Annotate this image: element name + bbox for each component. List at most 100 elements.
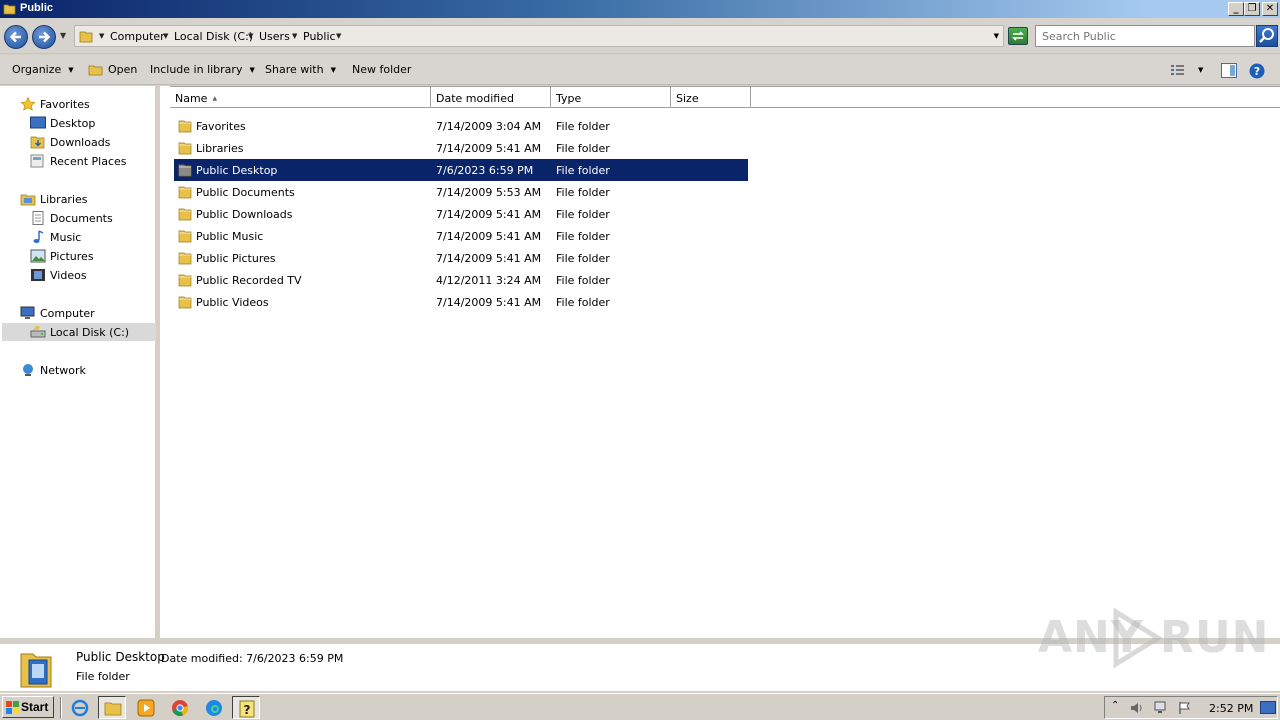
chevron-down-icon[interactable]: ▼ — [163, 32, 168, 40]
chrome-icon — [172, 700, 189, 717]
breadcrumb-users[interactable]: Users — [259, 30, 290, 43]
file-row[interactable]: Libraries 7/14/2009 5:41 AM File folder — [174, 137, 748, 159]
minimize-button[interactable]: _ — [1228, 2, 1244, 16]
file-type: File folder — [556, 208, 610, 221]
desktop-icon — [30, 116, 46, 129]
file-row[interactable]: Favorites 7/14/2009 3:04 AM File folder — [174, 115, 748, 137]
help-icon[interactable]: ? — [1249, 63, 1265, 79]
column-header-name-label: Name — [175, 92, 208, 105]
column-header-size[interactable]: Size — [671, 86, 751, 108]
include-in-library-menu[interactable]: Include in library ▼ — [150, 63, 255, 76]
taskbar-separator — [60, 697, 62, 718]
new-folder-button[interactable]: New folder — [352, 63, 411, 76]
command-bar: Organize ▼ Open Include in library ▼ Share… — [0, 55, 1280, 85]
show-hidden-icons-icon[interactable]: ⌃ — [1111, 700, 1119, 711]
file-row[interactable]: Public Videos 7/14/2009 5:41 AM File folde… — [174, 291, 748, 313]
star-icon — [20, 97, 36, 111]
open-folder-icon — [88, 65, 103, 76]
show-desktop-icon[interactable] — [1260, 701, 1276, 714]
forward-button[interactable] — [32, 25, 56, 49]
recent-pages-dropdown[interactable]: ▼ — [60, 31, 66, 40]
nav-computer-label: Computer — [40, 307, 95, 320]
file-type: File folder — [556, 186, 610, 199]
organize-menu[interactable]: Organize ▼ — [12, 63, 74, 76]
music-icon — [33, 230, 44, 243]
documents-icon — [32, 211, 44, 225]
file-type: File folder — [556, 120, 610, 133]
share-with-menu[interactable]: Share with ▼ — [265, 63, 336, 76]
taskbar-help-app[interactable]: ? — [232, 696, 260, 719]
file-date-modified: 4/12/2011 3:24 AM — [436, 274, 542, 287]
taskbar-internet-explorer[interactable] — [66, 696, 94, 719]
folder-large-icon — [20, 653, 52, 688]
file-row[interactable]: Public Documents 7/14/2009 5:53 AM File fo… — [174, 181, 748, 203]
windows-flag-icon — [6, 701, 19, 714]
nav-documents-label: Documents — [50, 212, 113, 225]
recent-places-icon — [30, 154, 44, 168]
nav-local-disk-label: Local Disk (C:) — [50, 326, 130, 339]
action-center-flag-icon[interactable] — [1177, 701, 1193, 715]
file-date-modified: 7/14/2009 5:41 AM — [436, 208, 542, 221]
taskbar-media-player[interactable] — [132, 696, 160, 719]
file-name: Public Videos — [196, 296, 269, 309]
file-name: Public Music — [196, 230, 264, 243]
file-row[interactable]: Public Music 7/14/2009 5:41 AM File folder — [174, 225, 748, 247]
file-name: Favorites — [196, 120, 246, 133]
taskbar-windows-explorer[interactable] — [98, 696, 126, 719]
forward-arrow-icon — [39, 31, 51, 43]
chevron-down-icon[interactable]: ▼ — [336, 32, 341, 40]
refresh-button[interactable] — [1008, 27, 1028, 45]
videos-icon — [31, 269, 45, 281]
file-date-modified: 7/14/2009 5:41 AM — [436, 296, 542, 309]
close-button[interactable]: ✕ — [1262, 2, 1278, 16]
column-header-date-modified[interactable]: Date modified — [431, 86, 551, 108]
breadcrumb-local-disk[interactable]: Local Disk (C:) — [174, 30, 253, 43]
preview-pane-icon[interactable] — [1221, 63, 1237, 78]
folder-icon — [178, 142, 192, 155]
file-name: Public Downloads — [196, 208, 293, 221]
column-header-type[interactable]: Type — [551, 86, 671, 108]
taskbar: Start ? ⌃ 2:52 PM — [0, 693, 1280, 720]
breadcrumb-public[interactable]: Public — [303, 30, 336, 43]
file-row[interactable]: Public Recorded TV 4/12/2011 3:24 AM File … — [174, 269, 748, 291]
watermark-play-icon — [1113, 608, 1163, 668]
search-button[interactable] — [1256, 25, 1278, 47]
chevron-down-icon: ▼ — [249, 66, 255, 74]
back-button[interactable] — [4, 25, 28, 49]
restore-button[interactable]: ❐ — [1244, 2, 1260, 16]
volume-icon[interactable] — [1129, 701, 1145, 715]
chevron-down-icon[interactable]: ▼ — [99, 32, 104, 40]
file-type: File folder — [556, 252, 610, 265]
file-row[interactable]: Public Downloads 7/14/2009 5:41 AM File fo… — [174, 203, 748, 225]
open-button[interactable]: Open — [88, 63, 137, 76]
svg-text:?: ? — [244, 703, 251, 717]
taskbar-edge[interactable] — [200, 696, 228, 719]
taskbar-chrome[interactable] — [166, 696, 194, 719]
network-status-icon[interactable] — [1153, 701, 1169, 715]
chevron-down-icon[interactable]: ▼ — [248, 32, 253, 40]
file-row[interactable]: Public Pictures 7/14/2009 5:41 AM File fol… — [174, 247, 748, 269]
start-button[interactable]: Start — [2, 696, 54, 718]
search-input[interactable] — [1042, 27, 1242, 45]
address-dropdown-icon[interactable]: ▼ — [994, 32, 999, 40]
file-row[interactable]: Public Desktop 7/6/2023 6:59 PM File folde… — [174, 159, 748, 181]
view-options-icon[interactable] — [1170, 63, 1186, 77]
file-date-modified: 7/14/2009 5:41 AM — [436, 142, 542, 155]
chevron-down-icon[interactable]: ▼ — [292, 32, 297, 40]
clock[interactable]: 2:52 PM — [1209, 702, 1253, 715]
details-date-modified: Date modified: 7/6/2023 6:59 PM — [161, 652, 344, 665]
file-list: Name ▲ Date modified Type Size Favorites 7… — [160, 86, 1280, 638]
search-icon — [1259, 28, 1274, 43]
navigation-pane: Favorites Desktop Downloads Recent Place… — [0, 86, 158, 638]
breadcrumb-computer[interactable]: Computer — [110, 30, 165, 43]
folder-icon — [178, 164, 192, 177]
network-icon — [23, 364, 33, 376]
media-player-icon — [137, 699, 155, 717]
file-name: Public Desktop — [196, 164, 278, 177]
view-options-dropdown-icon[interactable]: ▼ — [1198, 66, 1203, 74]
address-bar[interactable]: ▼ Computer ▼ Local Disk (C:) ▼ Users ▼ P… — [74, 25, 1004, 47]
search-box[interactable] — [1035, 25, 1255, 47]
system-tray: ⌃ 2:52 PM — [1104, 696, 1278, 719]
downloads-icon — [30, 136, 45, 149]
column-header-name[interactable]: Name ▲ — [170, 86, 431, 108]
